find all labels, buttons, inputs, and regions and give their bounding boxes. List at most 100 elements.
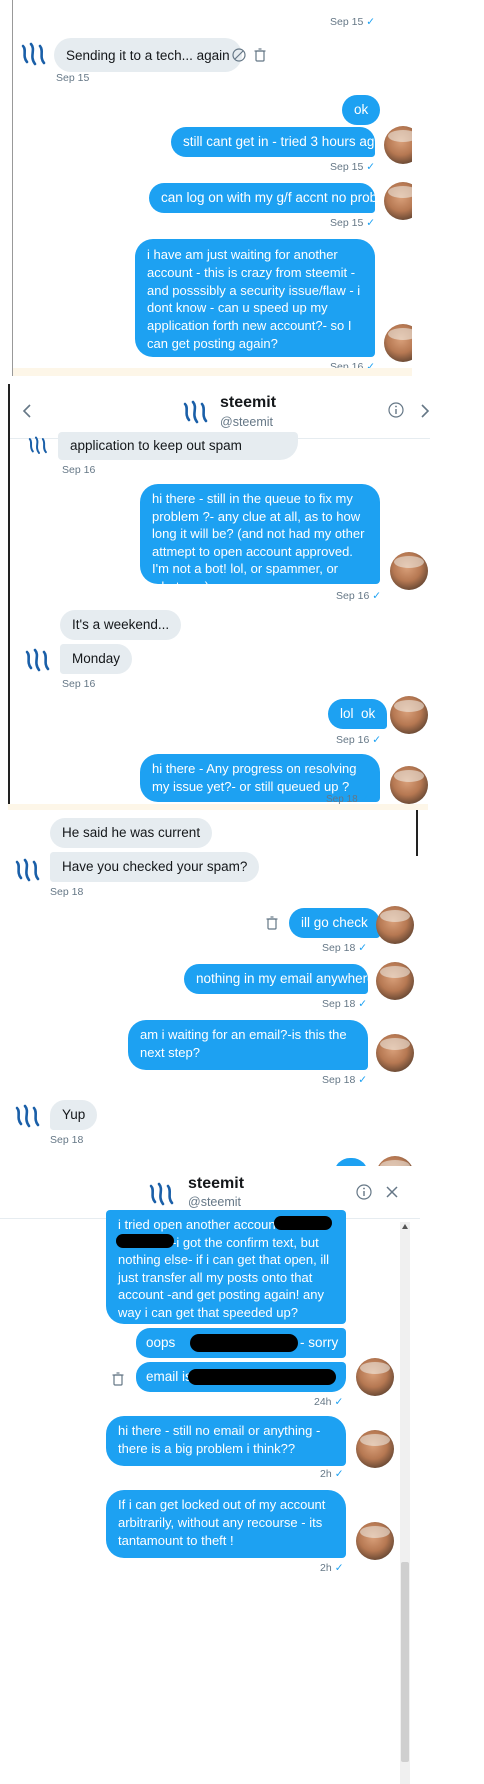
panel-edge bbox=[12, 368, 412, 376]
info-icon[interactable] bbox=[388, 402, 404, 418]
avatar bbox=[376, 962, 414, 1000]
message-time: Sep 18 ✓ bbox=[322, 942, 367, 954]
back-icon[interactable] bbox=[22, 404, 32, 418]
incoming-message: He said he was current bbox=[50, 818, 213, 848]
outgoing-message: ok bbox=[342, 95, 381, 125]
outgoing-message-partial bbox=[334, 1158, 368, 1166]
message-time: Sep 15 ✓ bbox=[330, 217, 375, 229]
conversation-title: steemit bbox=[220, 394, 277, 411]
message-time: Sep 18 ✓ bbox=[326, 794, 369, 804]
redacted-text bbox=[274, 1216, 332, 1230]
conversation-handle: @steemit bbox=[188, 1195, 241, 1209]
time-text: Sep 15 bbox=[330, 16, 364, 28]
avatar bbox=[384, 182, 412, 220]
time-text: 2h bbox=[320, 1562, 332, 1574]
avatar bbox=[356, 1358, 394, 1396]
trash-icon[interactable] bbox=[254, 48, 266, 62]
message-text: oops bbox=[146, 1335, 176, 1350]
steemit-logo bbox=[183, 400, 208, 424]
avatar bbox=[384, 324, 412, 362]
time-text: Sep 15 bbox=[330, 217, 364, 229]
message-time: Sep 16 bbox=[62, 464, 96, 476]
time-text: 2h bbox=[320, 1468, 332, 1480]
redacted-text bbox=[190, 1334, 298, 1352]
message-time: Sep 16 ✓ bbox=[336, 590, 381, 602]
message-text: - sorry bbox=[300, 1335, 339, 1350]
read-check-icon: ✓ bbox=[372, 590, 382, 602]
outgoing-message: can log on with my g/f accnt no probs bbox=[149, 183, 384, 213]
message-time: 24h ✓ bbox=[314, 1396, 343, 1408]
chat-panel-4: steemit @steemit i tried open another ac… bbox=[0, 1166, 420, 1784]
close-icon[interactable] bbox=[386, 1186, 398, 1198]
scrollbar-thumb[interactable] bbox=[401, 1562, 409, 1762]
message-text: email is bbox=[146, 1369, 192, 1384]
message-time: Sep 16 ✓ bbox=[336, 734, 381, 746]
outgoing-message: hi there - still no email or anything - … bbox=[106, 1416, 346, 1466]
scrollbar-up-arrow[interactable] bbox=[402, 1224, 408, 1229]
redacted-text bbox=[116, 1234, 174, 1248]
read-check-icon: ✓ bbox=[372, 734, 382, 746]
trash-icon[interactable] bbox=[112, 1372, 124, 1386]
crop-edge bbox=[12, 0, 13, 376]
message-time: Sep 15 bbox=[56, 72, 90, 84]
outgoing-message: still cant get in - tried 3 hours ago bbox=[171, 127, 382, 157]
scrollbar[interactable] bbox=[400, 1222, 410, 1784]
read-check-icon: ✓ bbox=[334, 1396, 344, 1408]
steemit-logo bbox=[15, 1104, 40, 1128]
mute-icon[interactable] bbox=[232, 48, 246, 62]
message-time: Sep 16 bbox=[62, 678, 96, 690]
read-check-icon: ✓ bbox=[366, 161, 376, 173]
info-icon[interactable] bbox=[356, 1184, 372, 1200]
avatar bbox=[390, 696, 428, 734]
chat-panel-2: steemit @steemit application to keep out… bbox=[8, 384, 430, 804]
read-check-icon: ✓ bbox=[358, 942, 368, 954]
steemit-logo bbox=[25, 648, 50, 672]
time-text: 24h bbox=[314, 1396, 332, 1408]
read-check-icon: ✓ bbox=[334, 1468, 344, 1480]
steemit-logo bbox=[28, 436, 47, 454]
read-check-icon: ✓ bbox=[366, 16, 376, 28]
read-check-icon: ✓ bbox=[334, 1562, 344, 1574]
redacted-text bbox=[188, 1369, 336, 1385]
message-time: Sep 18 ✓ bbox=[322, 1074, 367, 1086]
chat-panel-1: Sep 15 ✓ Sending it to a tech... again Se… bbox=[12, 0, 412, 376]
message-time: 2h ✓ bbox=[320, 1468, 344, 1480]
steemit-logo bbox=[21, 42, 46, 66]
time-text: Sep 18 bbox=[322, 998, 356, 1010]
trash-icon[interactable] bbox=[266, 916, 278, 930]
avatar bbox=[390, 552, 428, 590]
outgoing-message: hi there - still in the queue to fix my … bbox=[140, 484, 380, 594]
chat-panel-3: He said he was current Have you checked … bbox=[6, 810, 418, 1166]
outgoing-message: am i waiting for an email?-is this the n… bbox=[128, 1020, 368, 1070]
time-text: Sep 15 bbox=[330, 161, 364, 173]
crop-edge bbox=[416, 810, 418, 856]
message-time: Sep 18 bbox=[50, 1134, 84, 1146]
read-check-icon: ✓ bbox=[358, 998, 368, 1010]
avatar bbox=[390, 766, 428, 804]
outgoing-message: If i can get locked out of my account ar… bbox=[106, 1490, 346, 1558]
steemit-logo bbox=[149, 1182, 174, 1206]
avatar bbox=[376, 1034, 414, 1072]
time-text: Sep 16 bbox=[336, 734, 370, 746]
conversation-title: steemit bbox=[188, 1175, 245, 1192]
incoming-message: Have you checked your spam? bbox=[50, 852, 260, 882]
avatar bbox=[376, 906, 414, 944]
message-time: Sep 15 ✓ bbox=[330, 161, 375, 173]
avatar bbox=[384, 126, 412, 164]
incoming-message: Sending it to a tech... again bbox=[54, 38, 242, 72]
conversation-handle: @steemit bbox=[220, 415, 273, 429]
outgoing-message: ill go check bbox=[289, 908, 380, 938]
time-text: Sep 16 bbox=[336, 590, 370, 602]
message-time: Sep 18 bbox=[50, 886, 84, 898]
message-time: Sep 15 ✓ bbox=[330, 16, 375, 28]
message-time: Sep 18 ✓ bbox=[322, 998, 367, 1010]
time-text: Sep 18 bbox=[322, 1074, 356, 1086]
time-text: Sep 18 bbox=[326, 794, 358, 804]
incoming-message: It's a weekend... bbox=[60, 610, 182, 640]
avatar bbox=[356, 1522, 394, 1560]
avatar bbox=[376, 1156, 414, 1166]
steemit-logo bbox=[15, 858, 40, 882]
message-text: nothing else- if i can get that open, il… bbox=[118, 1252, 330, 1320]
outgoing-message: nothing in my email anywhere bbox=[184, 964, 375, 994]
chevron-right-icon[interactable] bbox=[420, 404, 430, 418]
